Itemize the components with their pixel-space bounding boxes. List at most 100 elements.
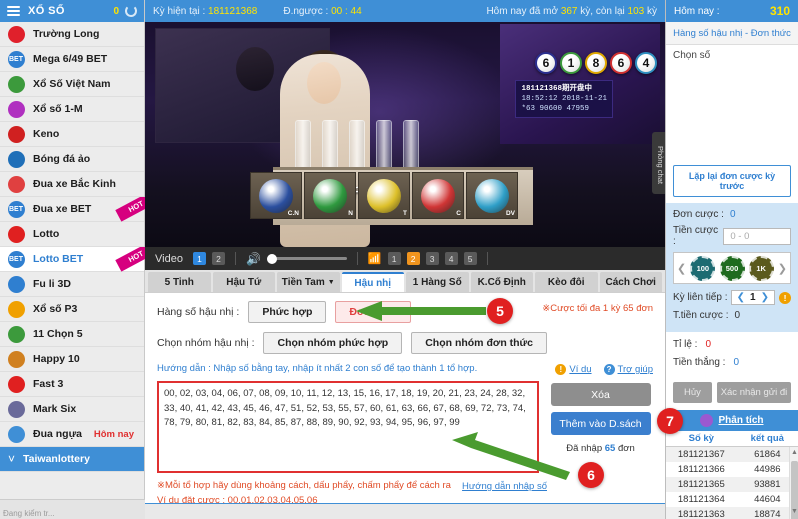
sidebar-item-label: Xổ số 1-M: [33, 103, 83, 115]
speaker-icon[interactable]: 🔊: [246, 252, 261, 266]
payout-block: Tỉ lệ : 0 Tiền thắng : 0: [666, 332, 798, 382]
quality-button-5[interactable]: 5: [463, 252, 477, 265]
chip-1k[interactable]: 1K: [748, 255, 774, 281]
total-bet-row: T.tiền cược : 0: [673, 310, 741, 321]
quality-button-2[interactable]: 2: [406, 252, 420, 265]
clear-button[interactable]: Xóa: [550, 383, 651, 406]
chip-next-icon[interactable]: ❯: [778, 262, 787, 275]
video-controls: Video 1 2 🔊 📶 1 2 3 4 5: [145, 247, 665, 270]
overlay-line-2: 18:52:12 2018-11-21: [521, 95, 607, 104]
table-row[interactable]: 181121364 44604: [666, 492, 798, 507]
sidebar-item-11-ch-n-5[interactable]: 11 Chọn 5: [0, 322, 144, 347]
tab-5-tinh[interactable]: 5 Tinh: [148, 272, 211, 292]
tab-h-u-nh[interactable]: Hậu nhị: [341, 272, 404, 292]
quality-button-1[interactable]: 1: [387, 252, 401, 265]
sidebar-item-x-s-p3[interactable]: Xổ số P3: [0, 297, 144, 322]
scroll-down-icon[interactable]: ▼: [791, 508, 798, 517]
video-label: Video: [155, 252, 183, 265]
chip-500[interactable]: 500: [719, 255, 745, 281]
warning-icon: !: [779, 291, 791, 304]
sidebar-item-ua-xe-bet[interactable]: BET Đua xe BET: [0, 197, 144, 222]
sidebar-title: XỔ SỐ: [28, 5, 65, 17]
hamburger-icon[interactable]: [7, 6, 20, 16]
table-row[interactable]: 181121367 61864: [666, 447, 798, 462]
wifi-icon: 📶: [367, 253, 382, 265]
table-row[interactable]: 181121366 44986: [666, 462, 798, 477]
quality-button-4[interactable]: 4: [444, 252, 458, 265]
tab-1-h-ng-s[interactable]: 1 Hàng Số: [406, 272, 469, 292]
periods-decrement-icon[interactable]: ❮: [737, 292, 745, 303]
chon-nhom-phuc-hop-button[interactable]: Chọn nhóm phức hợp: [263, 332, 403, 354]
sidebar-item-taiwanlottery[interactable]: ˅ Taiwanlottery: [0, 447, 144, 472]
periods-increment-icon[interactable]: ❯: [761, 292, 769, 303]
sidebar-item-happy-10[interactable]: Happy 10: [0, 347, 144, 372]
example-link: Ví dụ: [569, 364, 592, 375]
analysis-bar[interactable]: Phân tích: [666, 410, 798, 431]
table-row[interactable]: 181121365 93881: [666, 477, 798, 492]
help-link-wrap[interactable]: ? Trợ giúp: [603, 363, 653, 375]
chip-prev-icon[interactable]: ❮: [677, 262, 686, 275]
analysis-icon: [700, 414, 714, 427]
selected-numbers-area[interactable]: Chọn số: [666, 45, 798, 165]
sidebar-item-keno[interactable]: Keno: [0, 122, 144, 147]
cell-period: 181121366: [677, 464, 725, 475]
chip-selector: ❮ 100 500 1K ❯: [673, 252, 791, 284]
entry-hint: Hướng dẫn : Nhập số bằng tay, nhập ít nh…: [157, 362, 478, 374]
results-table-wrap: 181121367 61864 181121366 44986 181121365 938…: [666, 447, 798, 519]
tab-c-ch-ch-i[interactable]: Cách Chơi: [599, 272, 662, 292]
chip-100[interactable]: 100: [690, 255, 716, 281]
results-scrollbar[interactable]: ▲ ▼: [789, 447, 798, 519]
sidebar-item-label: Đua ngựa: [33, 428, 83, 440]
tab-k-o-i[interactable]: Kèo đôi: [535, 272, 598, 292]
sidebar-header: XỔ SỐ 0: [0, 0, 144, 22]
periods-value: 1: [750, 292, 756, 303]
stream-button-2[interactable]: 2: [211, 252, 225, 265]
confirm-bet-button[interactable]: Xác nhận gửi đi: [716, 382, 791, 403]
entered-count-value: 65: [604, 443, 616, 454]
bet-slip-panel: Hôm nay : 310 Hàng số hậu nhị - Đơn thức…: [665, 0, 798, 519]
sidebar-item-fu-li-3d[interactable]: Fu li 3D: [0, 272, 144, 297]
table-row[interactable]: 181121363 18874: [666, 507, 798, 519]
bet-money-input[interactable]: 0 - 0: [723, 227, 791, 245]
draw-ball-1: 6: [535, 52, 557, 74]
analysis-link[interactable]: Phân tích: [718, 415, 763, 426]
sidebar-item-label: Đua xe Bắc Kinh: [33, 178, 116, 190]
tab-h-u-t[interactable]: Hậu Tứ: [212, 272, 275, 292]
video-player[interactable]: 万 千 百 十 个 61864 181121368期开盘中 18:52:12 2…: [145, 22, 665, 247]
sidebar-item-mega-6-49-bet[interactable]: BET Mega 6/49 BET: [0, 47, 144, 72]
sidebar-item-tr-ng-long[interactable]: Trường Long: [0, 22, 144, 47]
sidebar-count: 0: [113, 5, 119, 17]
status-topbar: Kỳ hiện tại : 181121368 Đ.ngược : 00 : 4…: [145, 0, 665, 22]
scroll-up-icon[interactable]: ▲: [791, 449, 798, 458]
refresh-icon[interactable]: [125, 5, 137, 17]
p3-icon: [6, 300, 26, 318]
cancel-bet-button[interactable]: Hủy: [673, 382, 712, 403]
phuc-hop-button[interactable]: Phức hợp: [248, 301, 327, 323]
repeat-last-bet-button[interactable]: Lặp lại đơn cược kỳ trước: [673, 165, 791, 197]
sidebar-item-mark-six[interactable]: Mark Six: [0, 397, 144, 422]
sidebar-item-lotto[interactable]: Lotto: [0, 222, 144, 247]
sidebar-item-b-ng-o[interactable]: Bóng đá ảo: [0, 147, 144, 172]
sidebar-item-x-s-1-m[interactable]: Xổ số 1-M: [0, 97, 144, 122]
periods-stepper[interactable]: ❮ 1 ❯: [730, 290, 775, 305]
quality-button-3[interactable]: 3: [425, 252, 439, 265]
horse-racing-icon: [6, 425, 26, 443]
chat-room-tab[interactable]: Phòng chat: [652, 132, 665, 194]
tab-k-c-nh[interactable]: K.Cố Định: [470, 272, 533, 292]
number-entry-guide-link[interactable]: Hướng dẫn nhập số: [462, 479, 547, 494]
example-link-wrap[interactable]: ! Ví dụ: [555, 363, 592, 375]
tab-ti-n-tam[interactable]: Tiền Tam ▼: [277, 272, 340, 292]
sidebar-item-fast-3[interactable]: Fast 3: [0, 372, 144, 397]
bet-icon: BET: [6, 250, 26, 268]
chon-nhom-don-thuc-button[interactable]: Chọn nhóm đơn thức: [411, 332, 548, 354]
current-period-value: 181121368: [208, 5, 258, 17]
stream-button-1[interactable]: 1: [192, 252, 206, 265]
sidebar-item-ua-xe-b-c-kinh[interactable]: Đua xe Bắc Kinh: [0, 172, 144, 197]
center-bottom-strip: [145, 503, 665, 519]
sidebar-item-ua-ng-a[interactable]: Đua ngựa Hôm nay: [0, 422, 144, 447]
sidebar-item-lotto-bet[interactable]: BET Lotto BET: [0, 247, 144, 272]
volume-slider[interactable]: [266, 253, 347, 264]
sidebar-item-x-s-vi-t-nam[interactable]: Xổ Số Việt Nam: [0, 72, 144, 97]
rate-value: 0: [705, 339, 712, 350]
number-entry-area: Xóa Thêm vào D.sách Đã nhập 65 đơn: [145, 375, 665, 473]
